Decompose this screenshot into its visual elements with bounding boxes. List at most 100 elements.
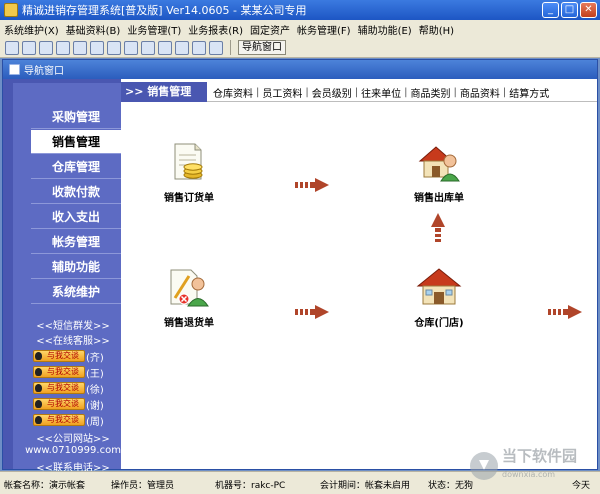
report-icon[interactable]: [175, 40, 189, 55]
qq-contact-name: (王): [86, 368, 104, 380]
warehouse-node[interactable]: 仓库(门店): [403, 266, 475, 329]
qq-chat-button[interactable]: 与我交谈: [33, 366, 85, 378]
company-website-link[interactable]: <<公司网站>>: [25, 430, 121, 445]
link-partners[interactable]: 往来单位: [361, 85, 401, 100]
exit-icon[interactable]: [209, 40, 223, 55]
sales-outbound-label: 销售出库单: [414, 193, 464, 204]
sidebar-item-warehouse[interactable]: 仓库管理: [31, 155, 121, 179]
sms-link[interactable]: <<短信群发>>: [25, 317, 121, 332]
window-title: 精诚进销存管理系统[普及版] Ver14.0605 - 某某公司专用: [22, 4, 307, 17]
sidebar-item-income-expense[interactable]: 收入支出: [31, 205, 121, 229]
website-url[interactable]: www.0710999.com: [25, 445, 121, 456]
app-icon: [4, 3, 18, 17]
qq-chat-button[interactable]: 与我交谈: [33, 398, 85, 410]
sales-order-node[interactable]: 销售订货单: [153, 141, 225, 204]
close-button[interactable]: ✕: [580, 2, 597, 18]
watermark-text: 当下软件园 downxia.com: [502, 448, 577, 483]
online-service-link[interactable]: <<在线客服>>: [25, 332, 121, 347]
link-warehouse-data[interactable]: 仓库资料: [213, 85, 253, 100]
window-icon: [9, 64, 20, 75]
watermark-title: 当下软件园: [502, 447, 578, 465]
list-icon[interactable]: [39, 40, 53, 55]
quick-links: 仓库资料 | 员工资料 | 会员级别 | 往来单位 | 商品类别 | 商品资料 …: [213, 82, 549, 102]
sales-outbound-node[interactable]: 销售出库单: [403, 141, 475, 204]
qq-chat-button[interactable]: 与我交谈: [33, 350, 85, 362]
qq-contact-row: 与我交谈 (谢): [33, 397, 104, 412]
link-separator: |: [502, 86, 507, 98]
window-icon[interactable]: [141, 40, 155, 55]
sales-order-label: 销售订货单: [164, 193, 214, 204]
watermark-sub: downxia.com: [502, 470, 556, 479]
navigation-window: 导航窗口 采购管理 销售管理 仓库管理 收款付款 收入支出 帐务管理 辅助功能 …: [2, 59, 598, 474]
status-operator: 操作员：管理员: [111, 481, 175, 491]
navigation-window-title: 导航窗口: [24, 66, 64, 77]
save-icon[interactable]: [158, 40, 172, 55]
warehouse-icon: [416, 268, 462, 305]
minimize-button[interactable]: _: [542, 2, 559, 18]
sidebar-item-purchase[interactable]: 采购管理: [31, 105, 121, 129]
chart-icon[interactable]: [107, 40, 121, 55]
menu-fixed-assets[interactable]: 固定资产: [250, 22, 290, 37]
section-header: >> 销售管理 仓库资料 | 员工资料 | 会员级别 | 往来单位 | 商品类别…: [121, 82, 597, 102]
status-machine: 机器号：rakc-PC: [215, 481, 286, 491]
sidebar: 采购管理 销售管理 仓库管理 收款付款 收入支出 帐务管理 辅助功能 系统维护 …: [3, 79, 121, 474]
maximize-button[interactable]: □: [561, 2, 578, 18]
watermark: 当下软件园 downxia.com: [470, 448, 577, 483]
new-icon[interactable]: [5, 40, 19, 55]
sidebar-item-accounts[interactable]: 帐务管理: [31, 230, 121, 254]
link-employee-data[interactable]: 员工资料: [262, 85, 302, 100]
menu-bar: 系统维护(X) 基础资料(B) 业务管理(T) 业务报表(R) 固定资产 帐务管…: [0, 20, 600, 38]
link-separator: |: [453, 86, 457, 98]
sales-return-icon: [170, 269, 209, 307]
link-member-level[interactable]: 会员级别: [312, 85, 352, 100]
qq-contact-row: 与我交谈 (齐): [33, 349, 104, 364]
link-settlement-method[interactable]: 结算方式: [509, 85, 549, 100]
config-icon[interactable]: [124, 40, 138, 55]
qq-contact-row: 与我交谈 (徐): [33, 381, 104, 396]
section-title: >> 销售管理: [121, 82, 207, 102]
qq-chat-button[interactable]: 与我交谈: [33, 382, 85, 394]
arrow-right-icon: [295, 305, 329, 319]
toolbar: 导航窗口: [0, 38, 600, 58]
qq-contact-row: 与我交谈 (周): [33, 413, 104, 428]
window-controls: _ □ ✕: [542, 2, 597, 18]
money-icon[interactable]: [90, 40, 104, 55]
sidebar-item-auxiliary[interactable]: 辅助功能: [31, 255, 121, 279]
arrow-right-icon: [548, 305, 582, 319]
sales-return-node[interactable]: 销售退货单: [153, 266, 225, 329]
warehouse-label: 仓库(门店): [414, 318, 464, 329]
link-separator: |: [305, 86, 309, 98]
sales-order-icon: [174, 143, 203, 180]
qq-contact-name: (谢): [86, 400, 104, 412]
status-period: 会计期间：帐套未启用: [320, 481, 411, 491]
qq-contact-name: (周): [86, 416, 104, 428]
people-icon[interactable]: [73, 40, 87, 55]
print-icon[interactable]: [56, 40, 70, 55]
sidebar-item-payments[interactable]: 收款付款: [31, 180, 121, 204]
link-product-category[interactable]: 商品类别: [411, 85, 451, 100]
qq-contact-name: (徐): [86, 384, 104, 396]
qq-chat-button[interactable]: 与我交谈: [33, 414, 85, 426]
link-product-data[interactable]: 商品资料: [460, 85, 500, 100]
qq-contact-name: (齐): [86, 352, 104, 364]
sidebar-item-system[interactable]: 系统维护: [31, 280, 121, 304]
open-icon[interactable]: [22, 40, 36, 55]
menu-help[interactable]: 帮助(H): [419, 22, 454, 37]
status-state: 状态：无狗: [428, 481, 474, 491]
qq-contact-row: 与我交谈 (王): [33, 365, 104, 380]
arrow-up-icon: [431, 213, 445, 242]
menu-basic-data[interactable]: 基础资料(B): [66, 22, 121, 37]
menu-accounts[interactable]: 帐务管理(F): [297, 22, 351, 37]
menu-system[interactable]: 系统维护(X): [4, 22, 59, 37]
link-separator: |: [354, 86, 359, 98]
menu-reports[interactable]: 业务报表(R): [188, 22, 243, 37]
menu-auxiliary[interactable]: 辅助功能(E): [358, 22, 412, 37]
sidebar-item-sales[interactable]: 销售管理: [31, 130, 121, 154]
sales-return-label: 销售退货单: [164, 318, 214, 329]
toolbar-separator: [230, 40, 231, 55]
download-icon: [470, 451, 498, 480]
status-account-set: 帐套名称：演示帐套: [4, 481, 86, 491]
nav-window-button[interactable]: 导航窗口: [238, 40, 286, 55]
menu-business[interactable]: 业务管理(T): [127, 22, 181, 37]
help-icon[interactable]: [192, 40, 206, 55]
